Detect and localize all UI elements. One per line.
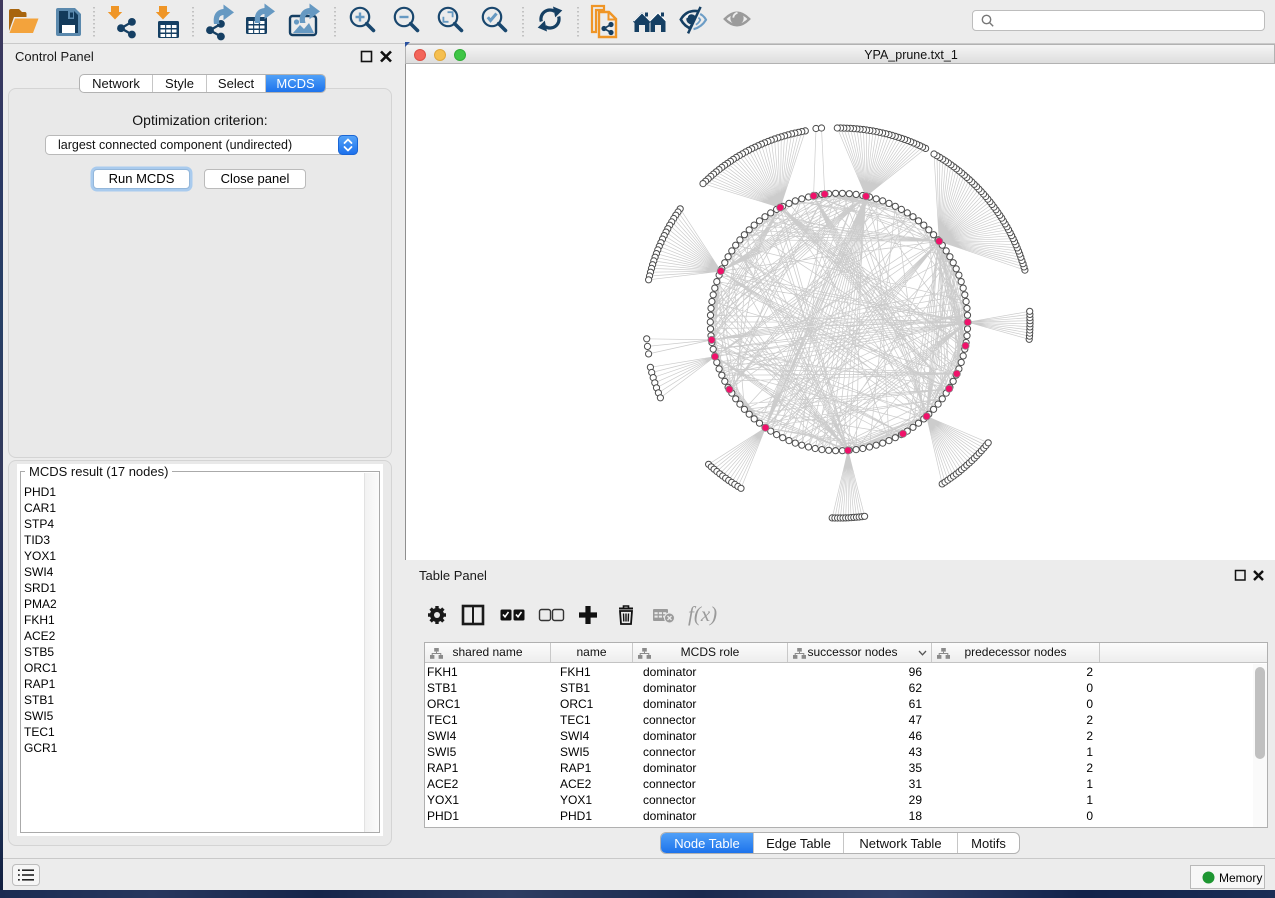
svg-text:f(x): f(x) <box>688 602 717 626</box>
